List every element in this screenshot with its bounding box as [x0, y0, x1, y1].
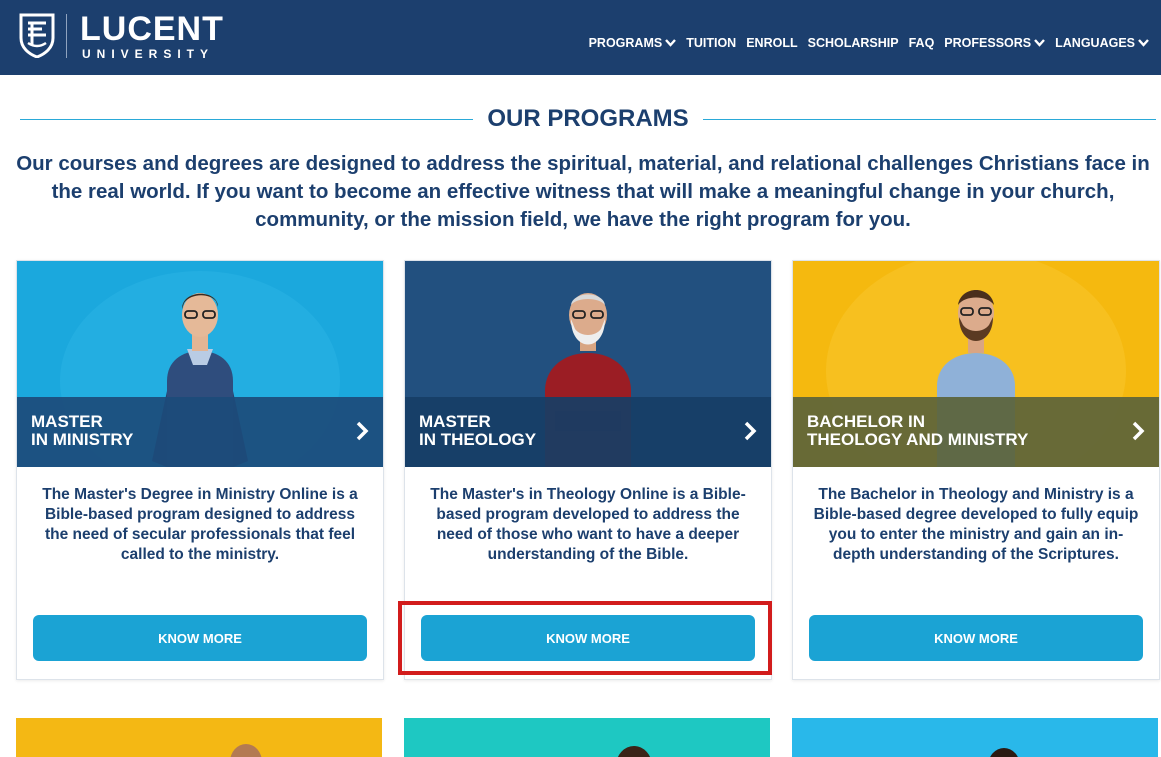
card-title-line2: IN MINISTRY: [31, 430, 134, 449]
chevron-down-icon: [1034, 39, 1046, 47]
nav-scholarship-label: SCHOLARSHIP: [807, 36, 899, 50]
program-card-master-ministry: MASTER IN MINISTRY The Master's Degree i…: [16, 260, 384, 680]
section-title: OUR PROGRAMS: [20, 105, 1156, 132]
top-navigation-bar: LUCENT UNIVERSITY PROGRAMS TUITION ENROL…: [0, 0, 1161, 75]
nav-enroll-label: ENROLL: [746, 36, 798, 50]
logo-divider: [66, 14, 67, 58]
program-card-bachelor-theology-ministry: BACHELOR IN THEOLOGY AND MINISTRY The Ba…: [792, 260, 1160, 680]
card-title-line2: IN THEOLOGY: [419, 430, 537, 449]
know-more-button[interactable]: KNOW MORE: [809, 615, 1143, 661]
nav-professors-label: PROFESSORS: [944, 36, 1032, 50]
card-title[interactable]: MASTER IN THEOLOGY: [419, 413, 719, 449]
nav-faq[interactable]: FAQ: [909, 36, 935, 50]
card-title-line1: MASTER: [419, 412, 491, 431]
program-card-partial: [404, 718, 770, 757]
nav-enroll[interactable]: ENROLL: [746, 36, 797, 50]
card-title-line1: MASTER: [31, 412, 103, 431]
know-more-button[interactable]: KNOW MORE: [421, 615, 755, 661]
brand-subtitle: UNIVERSITY: [82, 47, 215, 61]
nav-languages[interactable]: LANGUAGES: [1055, 36, 1149, 50]
program-photo-partial: [617, 746, 651, 757]
nav-programs[interactable]: PROGRAMS: [589, 36, 677, 50]
section-title-text: OUR PROGRAMS: [473, 105, 703, 132]
program-card-partial: [792, 718, 1158, 757]
nav-scholarship[interactable]: SCHOLARSHIP: [808, 36, 899, 50]
chevron-down-icon: [1138, 39, 1149, 47]
lucent-shield-logo-icon[interactable]: [18, 12, 56, 58]
nav-faq-label: FAQ: [908, 36, 935, 50]
chevron-down-icon: [665, 39, 677, 47]
card-description: The Bachelor in Theology and Ministry is…: [813, 486, 1139, 563]
main-nav: PROGRAMS TUITION ENROLL SCHOLARSHIP FAQ …: [589, 36, 1149, 50]
card-description: The Master's Degree in Ministry Online i…: [42, 486, 358, 563]
chevron-right-icon[interactable]: [743, 420, 757, 442]
programs-section-header: OUR PROGRAMS: [20, 105, 1156, 132]
nav-professors[interactable]: PROFESSORS: [944, 36, 1046, 50]
nav-tuition-label: TUITION: [686, 36, 737, 50]
card-title[interactable]: BACHELOR IN THEOLOGY AND MINISTRY: [807, 413, 1107, 449]
program-photo-partial: [990, 748, 1018, 757]
nav-tuition[interactable]: TUITION: [686, 36, 736, 50]
nav-languages-label: LANGUAGES: [1055, 36, 1135, 50]
program-card-master-theology: MASTER IN THEOLOGY The Master's in Theol…: [404, 260, 772, 680]
program-card-partial: [16, 718, 382, 757]
chevron-right-icon[interactable]: [1131, 420, 1145, 442]
chevron-right-icon[interactable]: [355, 420, 369, 442]
card-title-line1: BACHELOR IN: [807, 412, 926, 431]
know-more-button[interactable]: KNOW MORE: [33, 615, 367, 661]
brand-name[interactable]: LUCENT: [80, 12, 224, 46]
program-photo-partial: [230, 744, 262, 757]
nav-programs-label: PROGRAMS: [588, 36, 663, 50]
card-title-line2: THEOLOGY AND MINISTRY: [807, 430, 1029, 449]
card-description: The Master's in Theology Online is a Bib…: [430, 486, 746, 563]
card-title[interactable]: MASTER IN MINISTRY: [31, 413, 331, 449]
programs-intro: Our courses and degrees are designed to …: [16, 152, 1150, 231]
